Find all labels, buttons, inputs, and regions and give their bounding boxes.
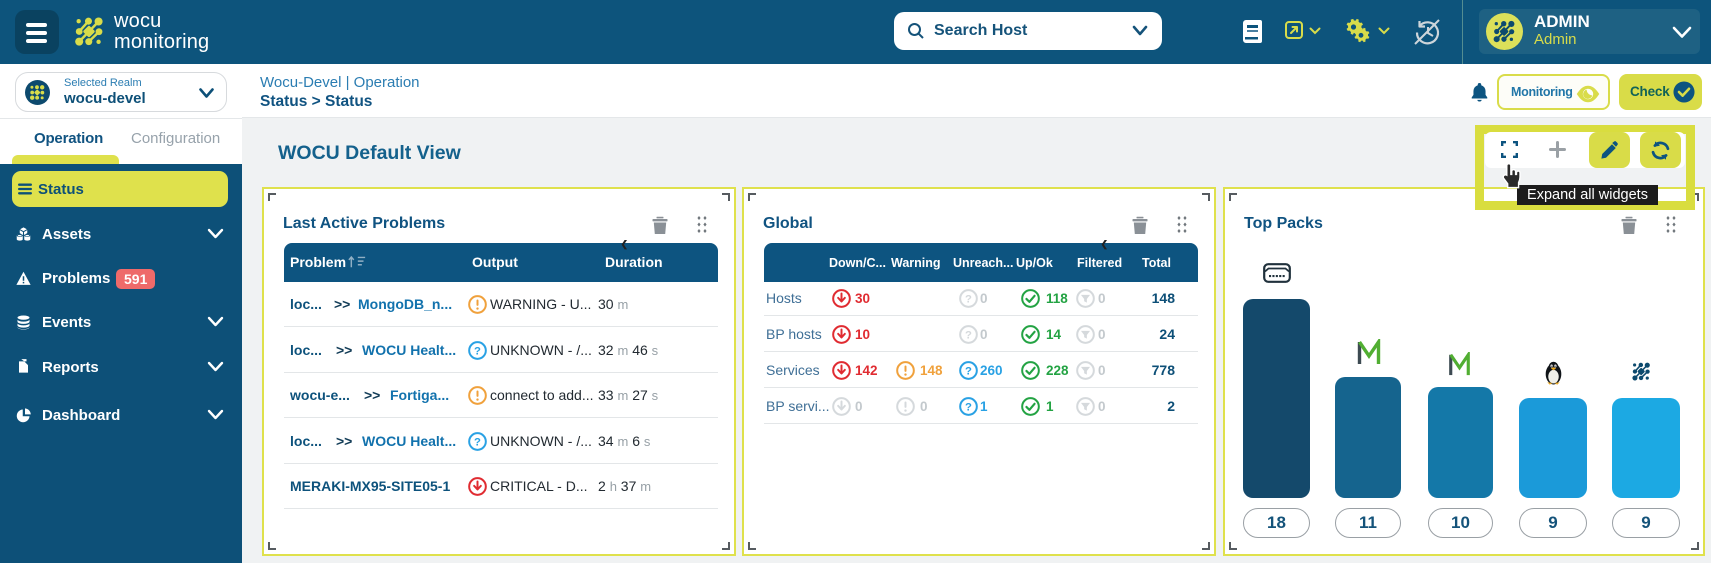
svg-text:?: ? xyxy=(474,436,481,448)
svg-text:?: ? xyxy=(965,330,972,342)
svg-text:?: ? xyxy=(965,366,972,378)
svg-text:?: ? xyxy=(965,294,972,306)
svg-text:?: ? xyxy=(965,402,972,414)
svg-text:?: ? xyxy=(474,345,481,357)
